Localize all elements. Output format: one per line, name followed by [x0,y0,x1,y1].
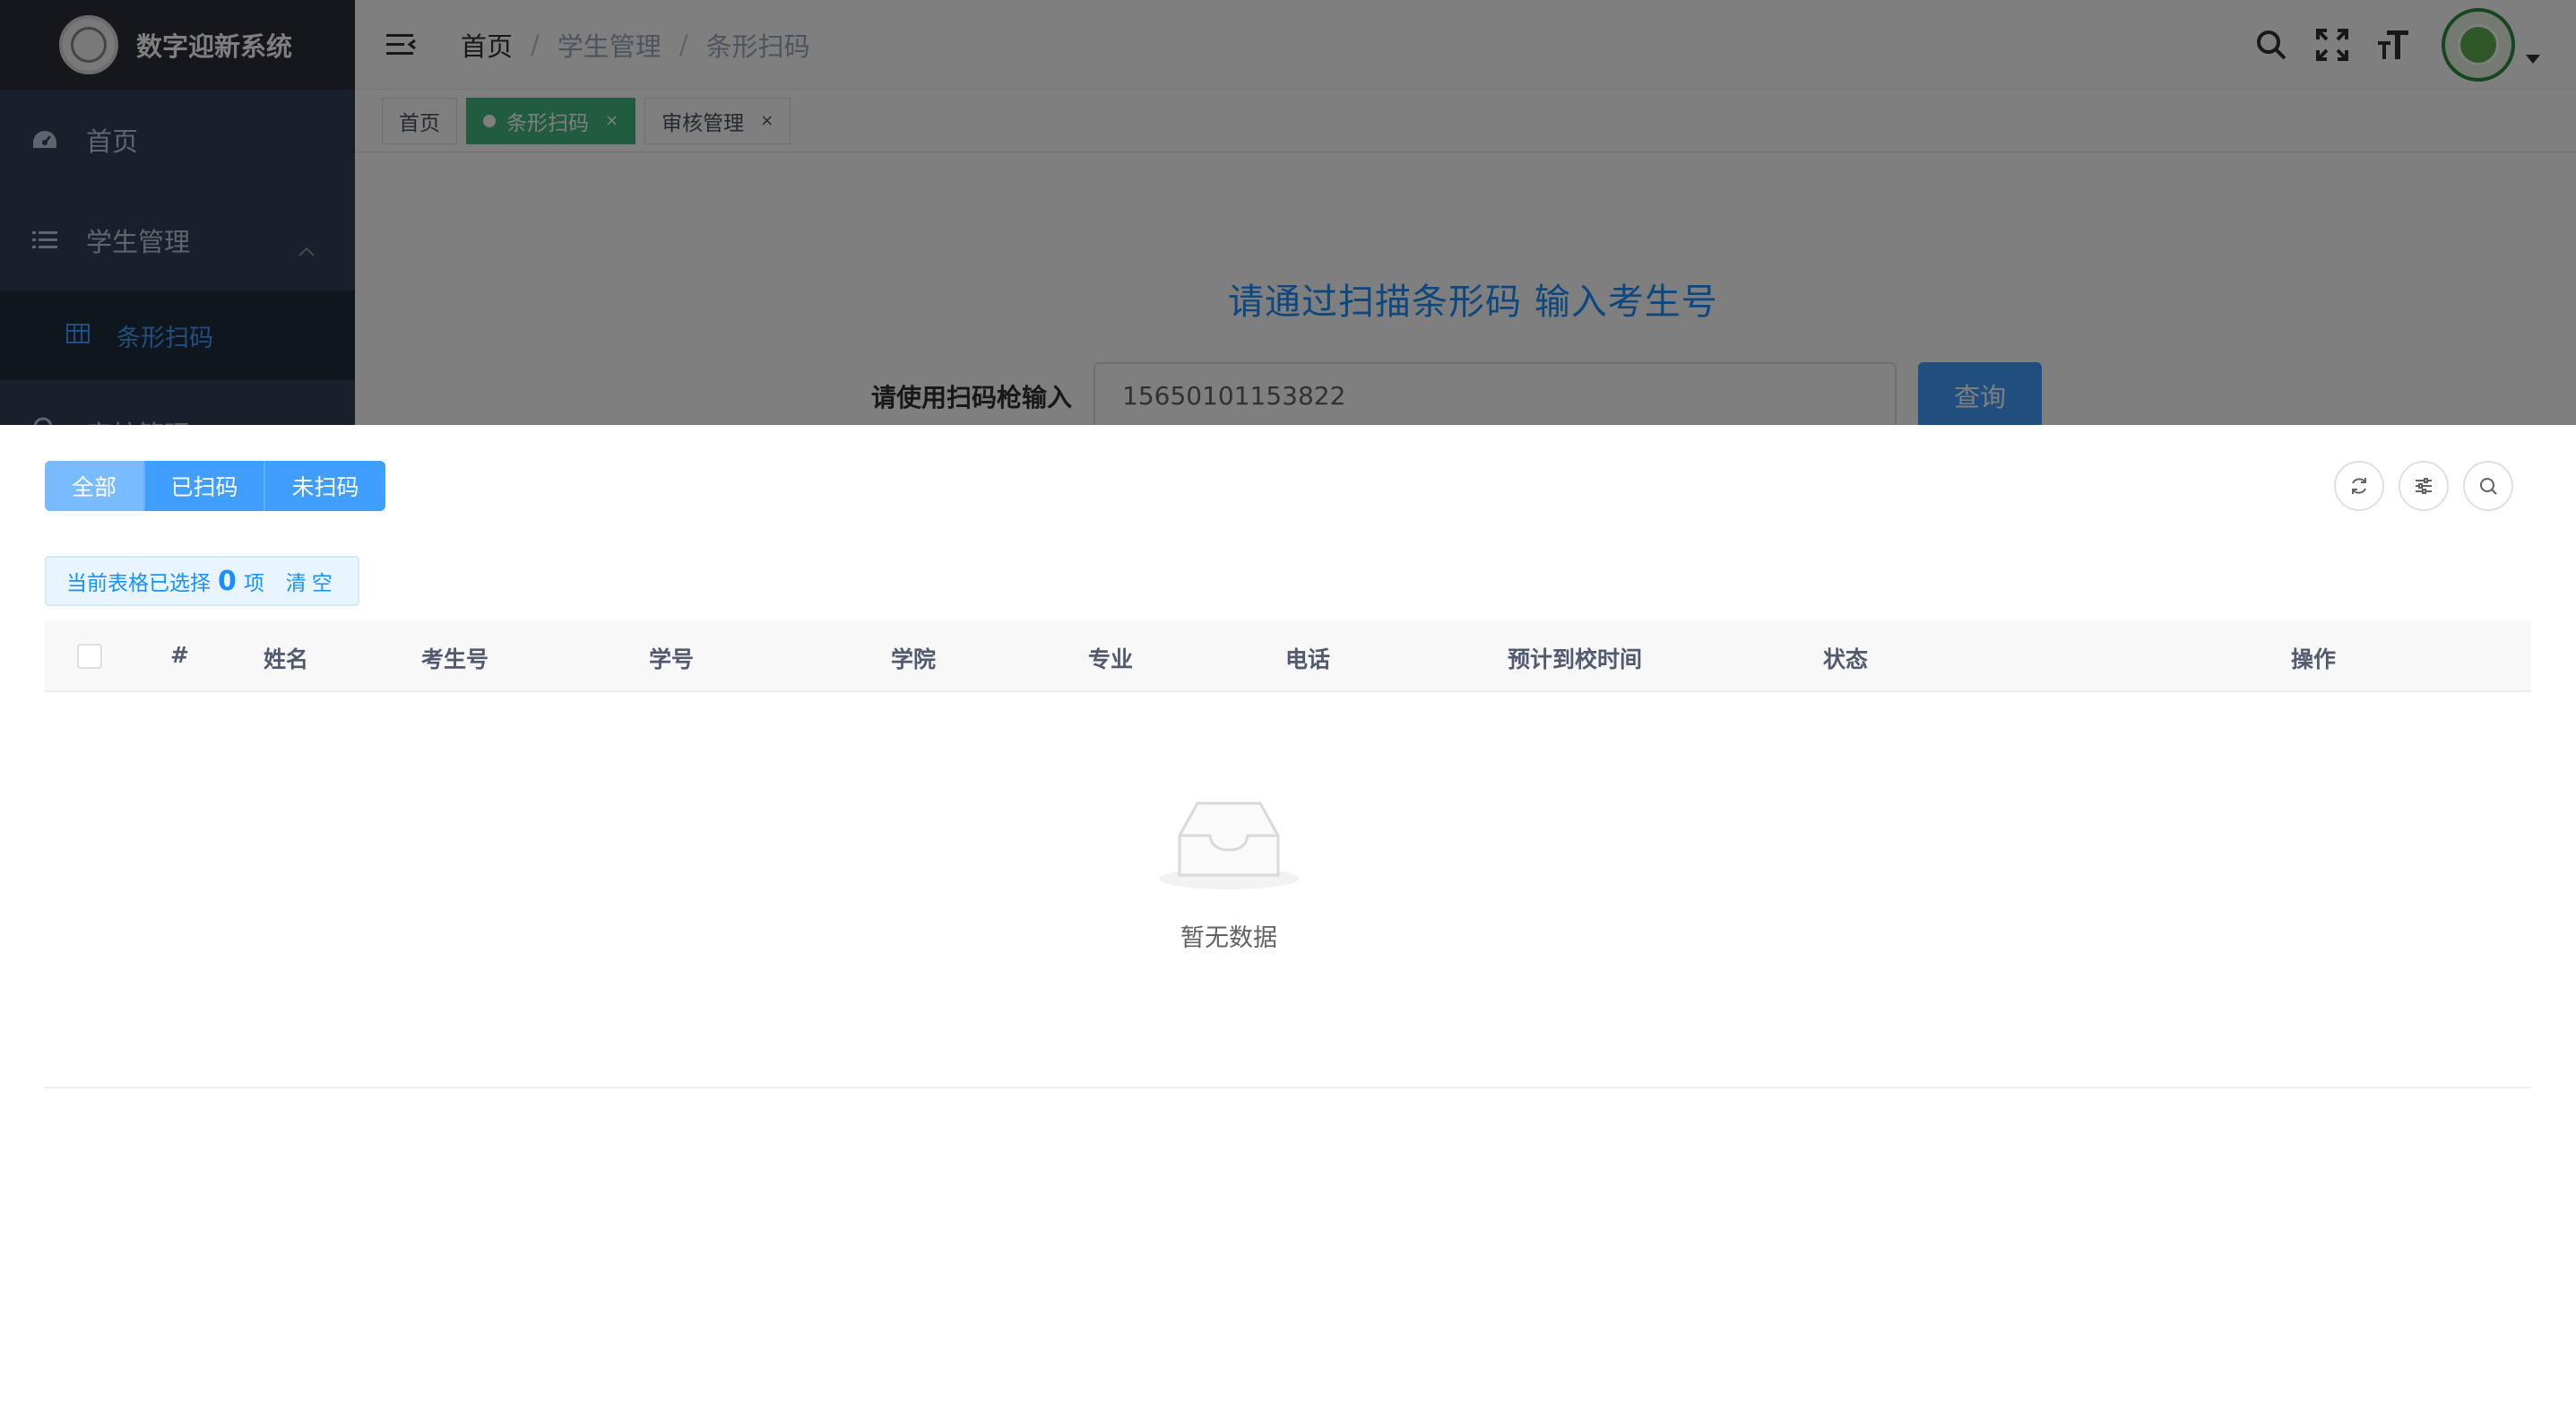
table-search-button[interactable] [2463,461,2513,511]
scan-status-filter: 全部 已扫码 未扫码 [45,461,385,511]
select-all-checkbox[interactable] [77,644,102,669]
clear-selection-link[interactable]: 清空 [286,566,338,596]
student-list-drawer: 全部 已扫码 未扫码 当前表格已选择 0 项 清空 # 姓名 考生号 学号 学院… [0,425,2576,1413]
column-header-exam-number: 考生号 [421,646,489,672]
table-empty-state: 暂无数据 [45,692,2531,1088]
sliders-icon [2416,478,2432,494]
column-header-college: 学院 [891,646,937,672]
refresh-icon [2352,478,2366,494]
table-header: # 姓名 考生号 学号 学院 专业 电话 预计到校时间 状态 操作 [45,620,2531,692]
refresh-button[interactable] [2334,461,2384,511]
selection-count: 0 [218,565,237,597]
column-header-actions: 操作 [2291,646,2337,672]
empty-text: 暂无数据 [1180,924,1277,952]
selection-suffix: 项 [243,572,264,595]
column-header-index: # [170,642,189,668]
column-header-major: 专业 [1088,646,1134,672]
column-header-name: 姓名 [264,646,309,672]
empty-inbox-icon [1156,796,1301,895]
column-settings-button[interactable] [2399,461,2449,511]
filter-scanned-button[interactable]: 已扫码 [145,461,265,511]
selection-prefix: 当前表格已选择 [66,572,211,595]
student-table: # 姓名 考生号 学号 学院 专业 电话 预计到校时间 状态 操作 暂无数据 [45,620,2531,1088]
table-toolbar [2320,461,2513,511]
column-header-phone: 电话 [1285,646,1331,672]
filter-all-button[interactable]: 全部 [45,461,145,511]
column-header-student-id: 学号 [649,646,695,672]
selection-alert: 当前表格已选择 0 项 清空 [45,556,359,606]
modal-overlay[interactable] [0,0,2576,425]
search-icon [2480,478,2497,495]
column-header-status: 状态 [1823,646,1869,672]
column-header-arrival-time: 预计到校时间 [1508,646,1643,672]
filter-unscanned-button[interactable]: 未扫码 [265,461,385,511]
